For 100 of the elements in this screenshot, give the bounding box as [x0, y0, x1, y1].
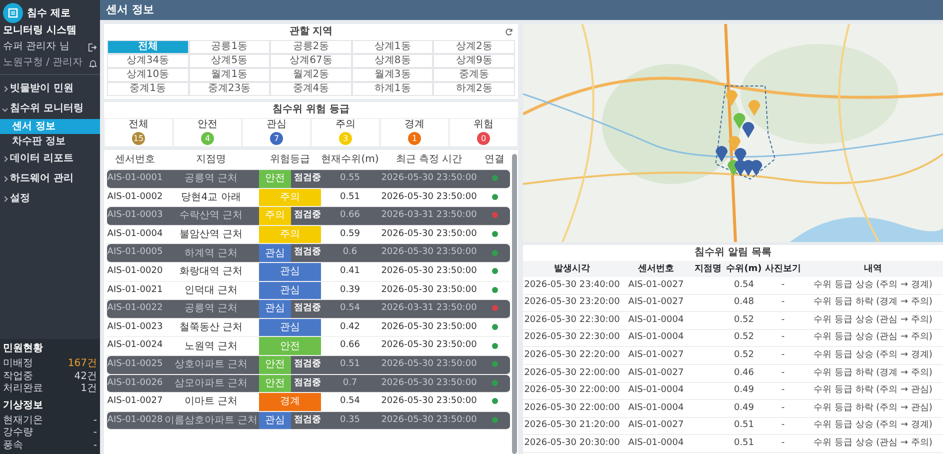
- table-cell-text: AIS-01-0026: [107, 376, 163, 390]
- table-row[interactable]: AIS-01-0003 수락산역 근처 주의 점검중 0.66 2026-03-31 23:50:00: [107, 207, 510, 226]
- region-tab[interactable]: 중계4동: [270, 82, 352, 96]
- table-cell-text: -: [780, 331, 786, 344]
- panel-title: 관할 지역: [289, 26, 333, 38]
- column-header: 위험등급: [269, 153, 311, 167]
- menu-item[interactable]: 하드웨어 관리: [0, 169, 100, 189]
- region-tab[interactable]: 하계2동: [433, 82, 515, 96]
- table-row[interactable]: AIS-01-0022 공릉역 근처 관심 점검중 0.54 2026-03-31 23:50:00: [107, 300, 510, 319]
- table-cell-text: 2026-05-30 22:00:00: [523, 366, 621, 380]
- bell-icon[interactable]: [89, 58, 97, 68]
- region-tab[interactable]: 월계1동: [188, 68, 270, 82]
- table-row[interactable]: AIS-01-0020 화랑대역 근처 관심 0.41 2026-05-30 23:50:00: [107, 262, 510, 282]
- table-cell-text: 2026-03-31 23:50:00: [380, 302, 478, 316]
- menu-item[interactable]: 빗물받이 민원: [0, 79, 100, 99]
- table-row[interactable]: AIS-01-0004 불암산역 근처 주의 0.59 2026-05-30 23:50:00: [107, 226, 510, 244]
- table-cell-text: AIS-01-0028: [107, 414, 163, 427]
- table-cell-text: 2026-05-30 22:00:00: [523, 402, 621, 415]
- region-tab[interactable]: 중계동: [433, 68, 515, 82]
- table-cell-text: 2026-05-30 23:50:00: [380, 190, 478, 204]
- user-role: 노원구청 / 관리자: [3, 57, 83, 69]
- table-cell-text: 2026-03-31 23:50:00: [380, 209, 478, 222]
- table-cell-text: AIS-01-0027: [627, 296, 685, 310]
- table-cell-text: 이마트 근처: [183, 395, 239, 410]
- region-tab[interactable]: 공릉1동: [188, 40, 270, 54]
- section-title: 민원현황: [2, 342, 44, 356]
- user-name: 슈퍼 관리자 님: [3, 41, 70, 53]
- region-tab[interactable]: 상계8동: [352, 54, 434, 68]
- panel-title: 침수위 알림 목록: [694, 247, 772, 259]
- table-cell-text: 수위 등급 상승 (관심 → 주의): [812, 331, 934, 344]
- region-tab[interactable]: 공릉2동: [270, 40, 352, 54]
- logout-icon[interactable]: [88, 42, 97, 52]
- table-cell-text: 0.59: [338, 228, 362, 241]
- table-cell-text: 0.51: [732, 436, 756, 450]
- region-tab[interactable]: 하계1동: [352, 82, 434, 96]
- table-row[interactable]: AIS-01-0001 공릉역 근처 안전 점검중 0.55 2026-05-30 23:50:00: [107, 170, 510, 189]
- table-row[interactable]: AIS-01-0026 삼모아파트 근처 안전 점검중 0.7 2026-05-30 23:50:00: [107, 374, 510, 394]
- inspection-label: 점검중: [294, 209, 321, 222]
- table-cell-text: 0.41: [338, 265, 362, 278]
- table-cell-text: AIS-01-0027: [627, 348, 685, 362]
- table-cell-text: 수위 등급 상승 (주의 → 경계): [812, 278, 934, 292]
- column-header: 발생시각: [523, 261, 621, 277]
- menu-item[interactable]: 침수위 모니터링: [0, 99, 100, 119]
- stat-label: 강수량: [3, 427, 33, 440]
- table-row[interactable]: AIS-01-0028 이름삼호아파트 근처 관심 점검중 0.35 2026-05-30 23:50:00: [107, 412, 510, 430]
- column-header: 지점명: [691, 261, 725, 277]
- inspection-label: 점검중: [294, 172, 321, 186]
- table-row[interactable]: AIS-01-0005 하계역 근처 관심 점검중 0.6 2026-05-30 23:50:00: [107, 244, 510, 263]
- table-cell-text: AIS-01-0027: [627, 366, 685, 380]
- menu-item[interactable]: 데이터 리포트: [0, 149, 100, 169]
- region-tab[interactable]: 상계5동: [188, 54, 270, 68]
- region-tab[interactable]: 상계67동: [270, 54, 352, 68]
- table-cell-text: AIS-01-0004: [627, 331, 685, 344]
- table-cell-text: 0.6: [342, 246, 358, 260]
- grade-cell: 관심: [259, 300, 291, 318]
- scrollbar[interactable]: [512, 154, 517, 454]
- grade-cell: 관심: [259, 412, 291, 430]
- region-tab[interactable]: 상계2동: [433, 40, 515, 54]
- refresh-icon[interactable]: [505, 28, 513, 36]
- table-cell-text: -: [780, 402, 786, 415]
- table-cell-text: 노원역 근처: [183, 340, 239, 354]
- column-header: 최근 측정 시간: [394, 153, 464, 167]
- region-tab[interactable]: 상계9동: [433, 54, 515, 68]
- table-cell-text: 당현4교 아래: [180, 190, 242, 205]
- column-header: 내역: [803, 261, 943, 277]
- table-cell-text: 불암산역 근처: [178, 228, 244, 242]
- grade-cell: 주의: [259, 188, 321, 206]
- risk-label: 위험: [472, 119, 494, 131]
- table-cell-text: 0.54: [732, 278, 756, 292]
- count-badge: 3: [339, 132, 352, 145]
- table-cell-text: -: [780, 278, 786, 292]
- table-cell-text: 화랑대역 근처: [178, 265, 244, 280]
- table-cell-text: 0.35: [338, 414, 362, 427]
- grade-cell: 관심: [259, 262, 321, 281]
- region-tab[interactable]: 중계1동: [107, 82, 189, 96]
- page-title: 센서 정보: [106, 2, 154, 18]
- region-tab[interactable]: 상계34동: [107, 54, 189, 68]
- table-row[interactable]: AIS-01-0021 인덕대 근처 관심 0.39 2026-05-30 23:50:00: [107, 282, 510, 300]
- menu-item[interactable]: 설정: [0, 189, 100, 209]
- table-cell-text: 수락산역 근처: [178, 209, 244, 224]
- region-tab[interactable]: 월계3동: [352, 68, 434, 82]
- table-row[interactable]: AIS-01-0027 이마트 근처 경계 0.54 2026-05-30 23:50:00: [107, 393, 510, 412]
- table-cell-text: -: [780, 296, 786, 310]
- table-cell-text: 2026-05-30 23:50:00: [380, 376, 478, 390]
- table-row[interactable]: AIS-01-0024 노원역 근처 안전 0.66 2026-05-30 23:50:00: [107, 337, 510, 356]
- table-row[interactable]: AIS-01-0023 철쭉동산 근처 관심 0.42 2026-05-30 23:50:00: [107, 318, 510, 338]
- stat-value: -: [93, 414, 97, 427]
- submenu-item[interactable]: 차수판 정보: [0, 134, 100, 149]
- region-tab[interactable]: 상계10동: [107, 68, 189, 82]
- table-cell-text: -: [780, 384, 786, 398]
- table-row[interactable]: AIS-01-0002 당현4교 아래 주의 0.51 2026-05-30 23:50:00: [107, 188, 510, 208]
- region-tab[interactable]: 중계23동: [188, 82, 270, 96]
- region-tab[interactable]: 상계1동: [352, 40, 434, 54]
- table-cell-text: 2026-05-30 23:50:00: [380, 358, 478, 371]
- table-row[interactable]: AIS-01-0025 상호아파트 근처 안전 점검중 0.51 2026-05-30 23:50:00: [107, 356, 510, 375]
- grade-cell: 주의: [259, 207, 291, 225]
- section-title: 기상정보: [2, 398, 44, 412]
- table-cell-text: 2026-05-30 22:30:00: [523, 331, 621, 344]
- region-tab[interactable]: 월계2동: [270, 68, 352, 82]
- table-cell-text: 이름삼호아파트 근처: [163, 414, 259, 428]
